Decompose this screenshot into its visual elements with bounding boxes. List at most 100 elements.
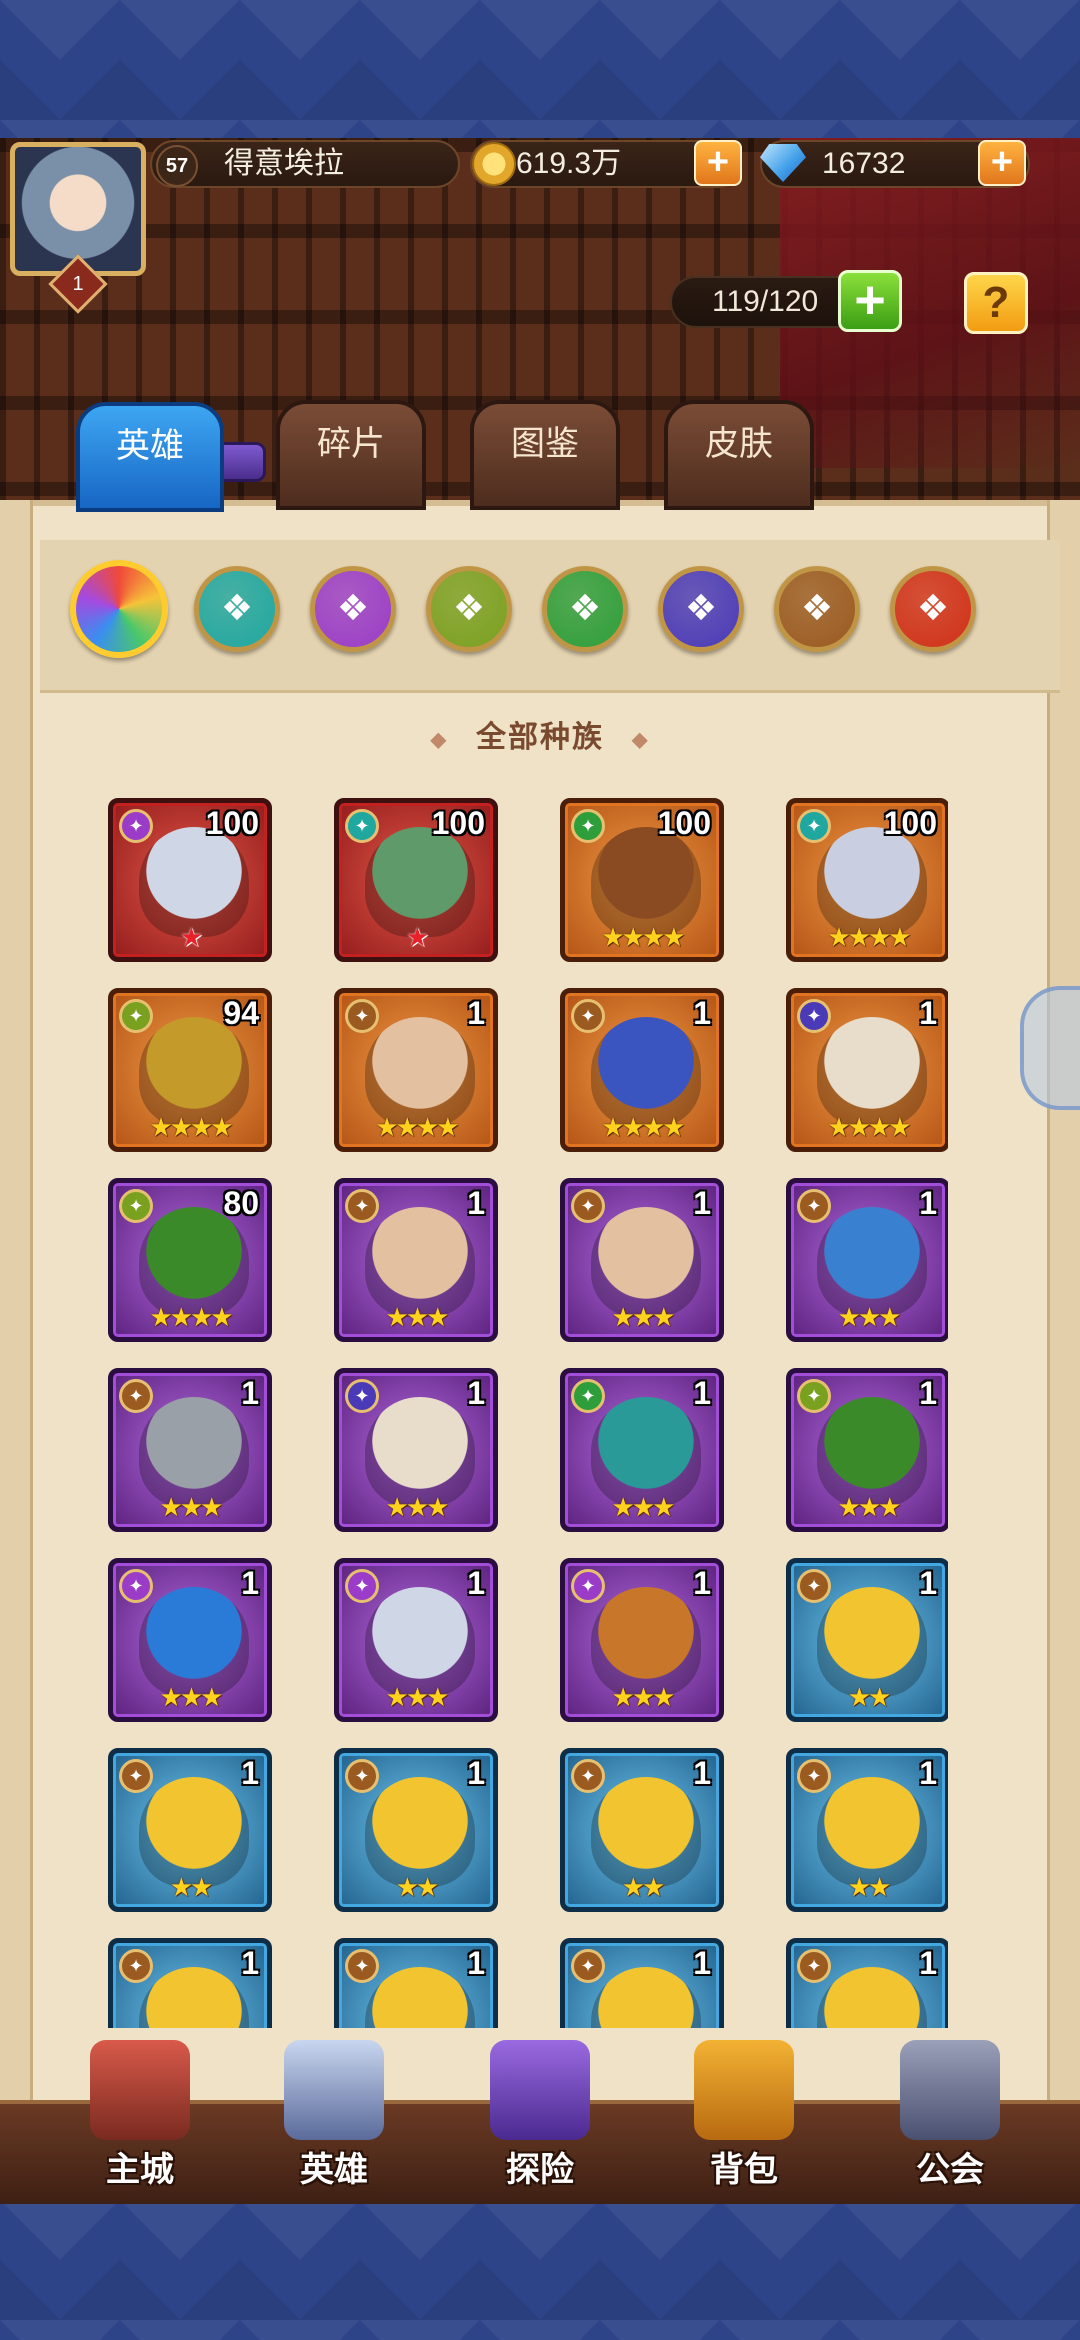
player-name: 得意埃拉 [224, 147, 344, 180]
hero-portrait [365, 1207, 475, 1317]
race-badge-icon: ✦ [119, 1379, 153, 1413]
help-button[interactable]: ? [964, 272, 1028, 334]
player-avatar[interactable]: 1 [10, 142, 146, 314]
race-purple-icon[interactable]: ❖ [310, 566, 396, 652]
diamond-ornament-icon: ◆ [430, 728, 448, 751]
nav-hero-portrait[interactable]: 英雄 [244, 2040, 424, 2200]
next-page-arrow[interactable] [1020, 986, 1080, 1110]
hero-portrait [591, 827, 701, 937]
player-name-pill[interactable]: 57 得意埃拉 [150, 140, 460, 188]
portal-icon [490, 2040, 590, 2140]
race-brown-icon[interactable]: ❖ [774, 566, 860, 652]
hero-stars: ★★★ [611, 1493, 676, 1523]
race-badge-icon: ✦ [345, 1189, 379, 1223]
hero-card[interactable]: ✦ 1 ★★★ [786, 1368, 948, 1532]
hero-card[interactable]: ✦1★★ [786, 1938, 948, 2028]
expand-capacity-button[interactable]: + [838, 270, 902, 332]
hero-portrait [365, 1397, 475, 1507]
hero-card[interactable]: ✦1★★ [786, 1558, 948, 1722]
hero-card[interactable]: ✦ 100 ★ [334, 798, 498, 962]
hero-portrait [139, 1967, 249, 2028]
hero-stars: ★★★★ [601, 923, 685, 953]
hero-level: 1 [919, 1375, 937, 1411]
race-indigo-icon[interactable]: ❖ [658, 566, 744, 652]
race-badge-icon: ✦ [345, 1759, 379, 1793]
nav-guild-tower[interactable]: 公会 [860, 2040, 1040, 2200]
hero-stars: ★★★★ [149, 1113, 233, 1143]
hero-portrait [139, 1017, 249, 1127]
hero-stars: ★★ [847, 1873, 892, 1903]
race-red-icon[interactable]: ❖ [890, 566, 976, 652]
hero-card[interactable]: ✦ 80 ★★★★ [108, 1178, 272, 1342]
race-badge-icon: ✦ [797, 1949, 831, 1983]
hero-level: 1 [919, 995, 937, 1031]
hero-card[interactable]: ✦1★★ [786, 1748, 948, 1912]
hero-portrait [365, 1777, 475, 1887]
diamond-icon [760, 144, 806, 182]
race-badge-icon: ✦ [797, 1569, 831, 1603]
hero-card[interactable]: ✦ 1 ★★★★ [560, 988, 724, 1152]
add-gems-button[interactable]: + [978, 140, 1026, 186]
nav-castle[interactable]: 主城 [50, 2040, 230, 2200]
hero-stars: ★★★ [837, 1303, 902, 1333]
hero-portrait [139, 1207, 249, 1317]
hero-card[interactable]: ✦1★★ [108, 1748, 272, 1912]
tab-fragments[interactable]: 碎片 [276, 400, 426, 510]
hero-card[interactable]: ✦ 94 ★★★★ [108, 988, 272, 1152]
hero-card[interactable]: ✦ 1 ★★★★ [786, 988, 948, 1152]
diamond-ornament-icon: ◆ [632, 728, 650, 751]
hero-level: 94 [223, 995, 259, 1031]
hero-card[interactable]: ✦ 100 ★★★★ [560, 798, 724, 962]
nav-portal[interactable]: 探险 [450, 2040, 630, 2200]
hero-level: 1 [467, 1375, 485, 1411]
hero-stars: ★★★ [385, 1303, 450, 1333]
hero-card[interactable]: ✦ 100 ★ [108, 798, 272, 962]
hero-card[interactable]: ✦ 1 ★★★ [334, 1558, 498, 1722]
hero-card[interactable]: ✦ 1 ★★★ [560, 1558, 724, 1722]
race-green-icon[interactable]: ❖ [542, 566, 628, 652]
hero-card[interactable]: ✦ 1 ★★★ [108, 1368, 272, 1532]
gold-coin-icon [472, 142, 516, 186]
hero-level: 100 [205, 805, 259, 841]
hero-card[interactable]: ✦ 1 ★★★ [334, 1178, 498, 1342]
race-badge-icon: ✦ [345, 999, 379, 1033]
race-badge-icon: ✦ [571, 1569, 605, 1603]
hero-card[interactable]: ✦ 1 ★★★ [560, 1178, 724, 1342]
race-cyan-icon[interactable]: ❖ [194, 566, 280, 652]
hero-level: 100 [883, 805, 937, 841]
hero-portrait [591, 1967, 701, 2028]
hero-portrait [591, 1587, 701, 1697]
nav-label: 背包 [710, 2151, 778, 2189]
race-badge-icon: ✦ [345, 1569, 379, 1603]
hero-level: 1 [467, 995, 485, 1031]
hero-stars: ★★ [395, 1873, 440, 1903]
hero-card[interactable]: ✦1★★ [560, 1748, 724, 1912]
hero-level: 1 [919, 1755, 937, 1791]
race-olive-icon[interactable]: ❖ [426, 566, 512, 652]
hero-stars: ★★★★ [827, 1113, 911, 1143]
tab-heroes[interactable]: 英雄 [76, 402, 224, 512]
race-badge-icon: ✦ [797, 1379, 831, 1413]
hero-card[interactable]: ✦1★★ [334, 1748, 498, 1912]
hero-card[interactable]: ✦ 1 ★★★★ [334, 988, 498, 1152]
hero-card[interactable]: ✦ 1 ★★★ [108, 1558, 272, 1722]
race-badge-icon: ✦ [119, 1569, 153, 1603]
race-badge-icon: ✦ [119, 1949, 153, 1983]
nav-label: 公会 [916, 2151, 984, 2189]
all-races-icon[interactable] [70, 560, 168, 658]
tab-codex[interactable]: 图鉴 [470, 400, 620, 510]
tab-skins[interactable]: 皮肤 [664, 400, 814, 510]
race-badge-icon: ✦ [797, 999, 831, 1033]
hero-card[interactable]: ✦ 1 ★★★ [334, 1368, 498, 1532]
hero-stars: ★★★★ [149, 1303, 233, 1333]
hero-stars: ★★★ [159, 1683, 224, 1713]
hero-card[interactable]: ✦1★★ [108, 1938, 272, 2028]
add-gold-button[interactable]: + [694, 140, 742, 186]
hero-card[interactable]: ✦1★★ [560, 1938, 724, 2028]
hero-card[interactable]: ✦ 100 ★★★★ [786, 798, 948, 962]
hero-portrait [817, 1397, 927, 1507]
nav-backpack[interactable]: 背包 [654, 2040, 834, 2200]
hero-card[interactable]: ✦ 1 ★★★ [560, 1368, 724, 1532]
hero-card[interactable]: ✦ 1 ★★★ [786, 1178, 948, 1342]
hero-card[interactable]: ✦1★★ [334, 1938, 498, 2028]
